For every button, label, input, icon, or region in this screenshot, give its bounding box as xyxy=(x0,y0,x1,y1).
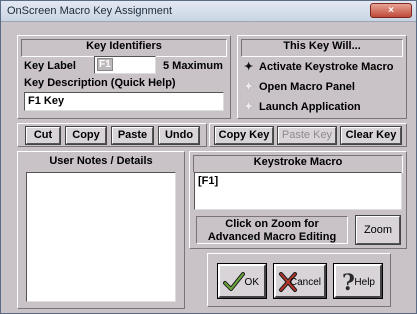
radio-launch-application[interactable]: ✦ Launch Application xyxy=(244,100,361,113)
zoom-button[interactable]: Zoom xyxy=(355,215,401,245)
radio-label: Launch Application xyxy=(259,101,361,113)
help-button[interactable]: ? Help xyxy=(333,263,383,299)
radio-selected-icon: ✦ xyxy=(244,61,254,73)
paste-key-button[interactable]: Paste Key xyxy=(277,126,337,145)
zoom-hint-line2: Advanced Macro Editing xyxy=(207,231,337,243)
zoom-hint-line1: Click on Zoom for xyxy=(225,218,319,230)
help-label: Help xyxy=(354,277,375,288)
radio-unselected-icon: ✦ xyxy=(244,101,254,113)
radio-label: Activate Keystroke Macro xyxy=(259,61,394,73)
title-bar[interactable]: OnScreen Macro Key Assignment × xyxy=(1,1,416,22)
radio-label: Open Macro Panel xyxy=(259,81,355,93)
dialog-client: Key Identifiers Key Label F1 5 Maximum K… xyxy=(7,27,412,309)
window-title: OnScreen Macro Key Assignment xyxy=(7,5,173,17)
user-notes-title: User Notes / Details xyxy=(49,155,153,167)
checkmark-icon xyxy=(223,272,245,291)
macro-key-dialog: OnScreen Macro Key Assignment × Key Iden… xyxy=(0,0,417,314)
copy-button[interactable]: Copy xyxy=(65,126,107,145)
radio-open-macro-panel[interactable]: ✦ Open Macro Panel xyxy=(244,80,355,93)
cancel-button[interactable]: Cancel xyxy=(273,263,327,299)
edit-toolbar: Cut Copy Paste Undo xyxy=(17,123,207,147)
keystroke-macro-title: Keystroke Macro xyxy=(193,155,403,173)
key-label-input[interactable]: F1 xyxy=(94,56,156,74)
undo-button[interactable]: Undo xyxy=(158,126,200,145)
max-length-note: 5 Maximum xyxy=(163,60,223,72)
dialog-actions-panel: OK Cancel ? Help xyxy=(207,253,391,307)
key-identifiers-title: Key Identifiers xyxy=(21,39,227,57)
description-input[interactable]: F1 Key xyxy=(24,92,224,111)
key-toolbar: Copy Key Paste Key Clear Key xyxy=(209,123,407,147)
svg-text:?: ? xyxy=(342,270,355,294)
key-label-caption: Key Label xyxy=(24,60,76,72)
keystroke-macro-panel: Keystroke Macro [F1] Click on Zoom for A… xyxy=(189,151,407,249)
action-type-title: This Key Will... xyxy=(241,39,403,57)
keystroke-macro-input[interactable]: [F1] xyxy=(194,172,402,210)
radio-unselected-icon: ✦ xyxy=(244,81,254,93)
close-button[interactable]: × xyxy=(370,3,412,18)
action-type-panel: This Key Will... ✦ Activate Keystroke Mac… xyxy=(237,35,407,119)
user-notes-textarea[interactable] xyxy=(26,172,176,302)
copy-key-button[interactable]: Copy Key xyxy=(214,126,274,145)
cancel-label: Cancel xyxy=(289,277,321,288)
description-caption: Key Description (Quick Help) xyxy=(24,77,176,89)
ok-button[interactable]: OK xyxy=(217,263,267,299)
key-label-value: F1 xyxy=(97,58,113,71)
user-notes-panel: User Notes / Details xyxy=(17,151,185,309)
paste-button[interactable]: Paste xyxy=(111,126,154,145)
radio-activate-keystroke-macro[interactable]: ✦ Activate Keystroke Macro xyxy=(244,60,394,73)
clear-key-button[interactable]: Clear Key xyxy=(340,126,402,145)
ok-label: OK xyxy=(244,277,259,288)
cut-button[interactable]: Cut xyxy=(25,126,61,145)
zoom-hint: Click on Zoom for Advanced Macro Editing xyxy=(196,216,348,244)
key-identifiers-panel: Key Identifiers Key Label F1 5 Maximum K… xyxy=(17,35,231,119)
